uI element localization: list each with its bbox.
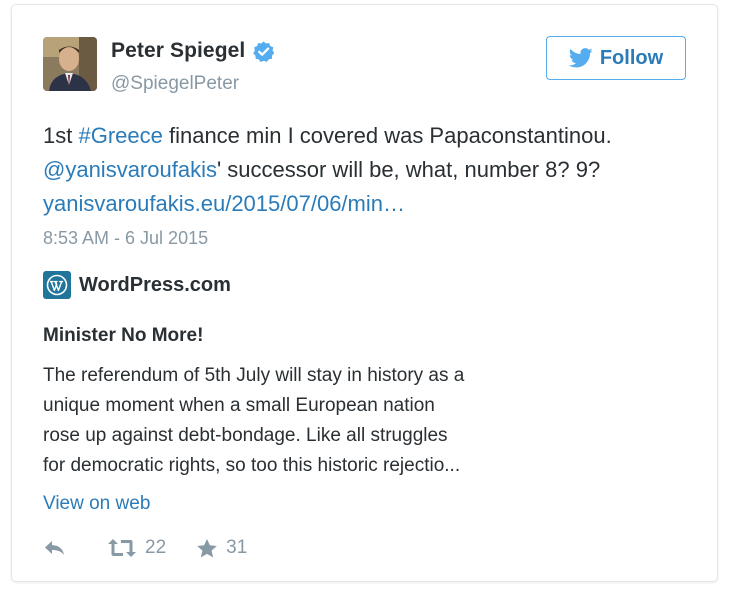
twitter-bird-icon: [568, 48, 593, 68]
card-site-name: WordPress.com: [79, 273, 231, 296]
card-description-line: unique moment when a small European nati…: [43, 395, 435, 416]
retweet-icon: [108, 539, 136, 557]
favorite-button[interactable]: 31: [196, 537, 247, 559]
reply-button[interactable]: [43, 539, 67, 557]
wordpress-icon: [43, 271, 71, 299]
tweet-text-part: 1st: [43, 123, 79, 148]
star-icon: [197, 538, 217, 557]
avatar-image: [43, 37, 97, 91]
reply-icon: [45, 541, 64, 555]
card-description: The referendum of 5th July will stay in …: [43, 361, 543, 481]
view-on-web-link[interactable]: View on web: [43, 493, 150, 515]
tweet-card: Peter Spiegel @SpiegelPeter Follow 1st #…: [11, 4, 718, 582]
verified-icon: [253, 40, 275, 62]
retweet-count: 22: [145, 537, 167, 558]
card-description-line: rose up against debt-bondage. Like all s…: [43, 425, 448, 446]
tweet-actions: 22 31: [43, 537, 247, 559]
author-handle[interactable]: @SpiegelPeter: [111, 73, 239, 95]
card-description-line: The referendum of 5th July will stay in …: [43, 365, 465, 386]
tweet-text: 1st #Greece finance min I covered was Pa…: [43, 119, 703, 221]
follow-button-label: Follow: [599, 46, 664, 69]
hashtag-link[interactable]: #Greece: [78, 123, 162, 148]
mention-link[interactable]: @yanisvaroufakis: [43, 157, 217, 182]
author-name-row: Peter Spiegel: [111, 39, 275, 63]
favorite-count: 31: [226, 537, 248, 558]
tweet-text-part: finance min I covered was Papaconstantin…: [162, 123, 612, 148]
retweet-button[interactable]: 22: [107, 537, 166, 559]
author-name[interactable]: Peter Spiegel: [111, 39, 245, 63]
card-source[interactable]: WordPress.com: [43, 271, 231, 299]
timestamp[interactable]: 8:53 AM - 6 Jul 2015: [43, 228, 208, 249]
card-title[interactable]: Minister No More!: [43, 325, 203, 347]
follow-button[interactable]: Follow: [546, 36, 686, 80]
avatar[interactable]: [43, 37, 97, 91]
card-description-line: for democratic rights, so too this histo…: [43, 455, 461, 476]
url-link[interactable]: yanisvaroufakis.eu/2015/07/06/min…: [43, 191, 405, 216]
tweet-text-part: ' successor will be, what, number 8? 9?: [216, 157, 601, 182]
